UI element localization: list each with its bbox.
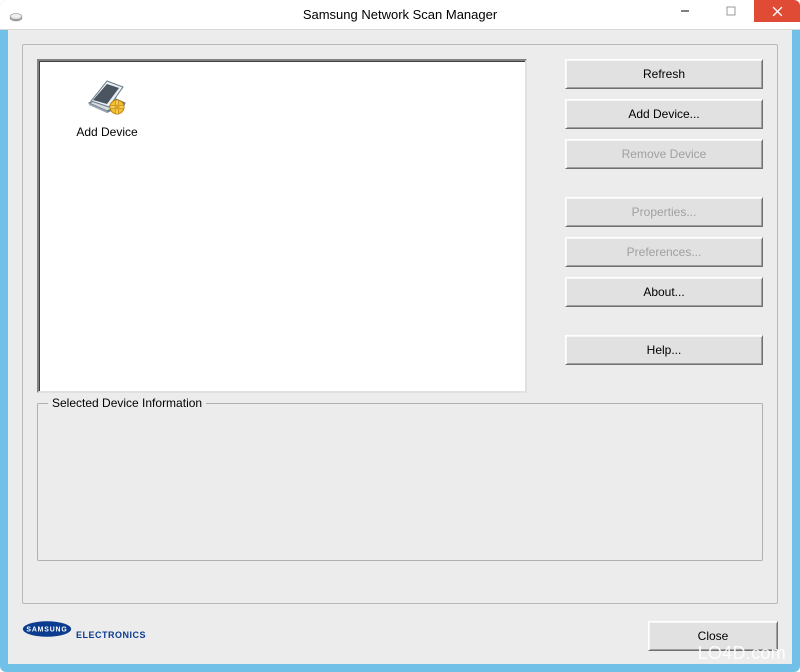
device-item-add[interactable]: Add Device [57,73,157,139]
refresh-button[interactable]: Refresh [565,59,763,89]
client-area: Add Device Refresh Add Device... Remove … [8,30,792,664]
minimize-button[interactable] [662,0,708,22]
titlebar[interactable]: Samsung Network Scan Manager [0,0,800,30]
main-panel: Add Device Refresh Add Device... Remove … [22,44,778,604]
brand-subtext: ELECTRONICS [76,630,146,640]
fieldset-legend: Selected Device Information [48,396,206,410]
add-device-button[interactable]: Add Device... [565,99,763,129]
scanner-add-icon [83,73,131,121]
application-window: Samsung Network Scan Manager [0,0,800,672]
close-button[interactable]: Close [648,621,778,651]
about-button[interactable]: About... [565,277,763,307]
svg-text:SAMSUNG: SAMSUNG [26,627,67,634]
close-window-button[interactable] [754,0,800,22]
maximize-button[interactable] [708,0,754,22]
device-item-label: Add Device [57,125,157,139]
device-list[interactable]: Add Device [37,59,527,393]
preferences-button: Preferences... [565,237,763,267]
window-controls [662,0,800,22]
button-column: Refresh Add Device... Remove Device Prop… [565,59,763,375]
selected-device-info-panel: Selected Device Information [37,403,763,561]
remove-device-button: Remove Device [565,139,763,169]
properties-button: Properties... [565,197,763,227]
footer: SAMSUNG ELECTRONICS Close [22,606,778,654]
app-icon [8,7,24,23]
help-button[interactable]: Help... [565,335,763,365]
samsung-logo: SAMSUNG ELECTRONICS [22,620,146,640]
